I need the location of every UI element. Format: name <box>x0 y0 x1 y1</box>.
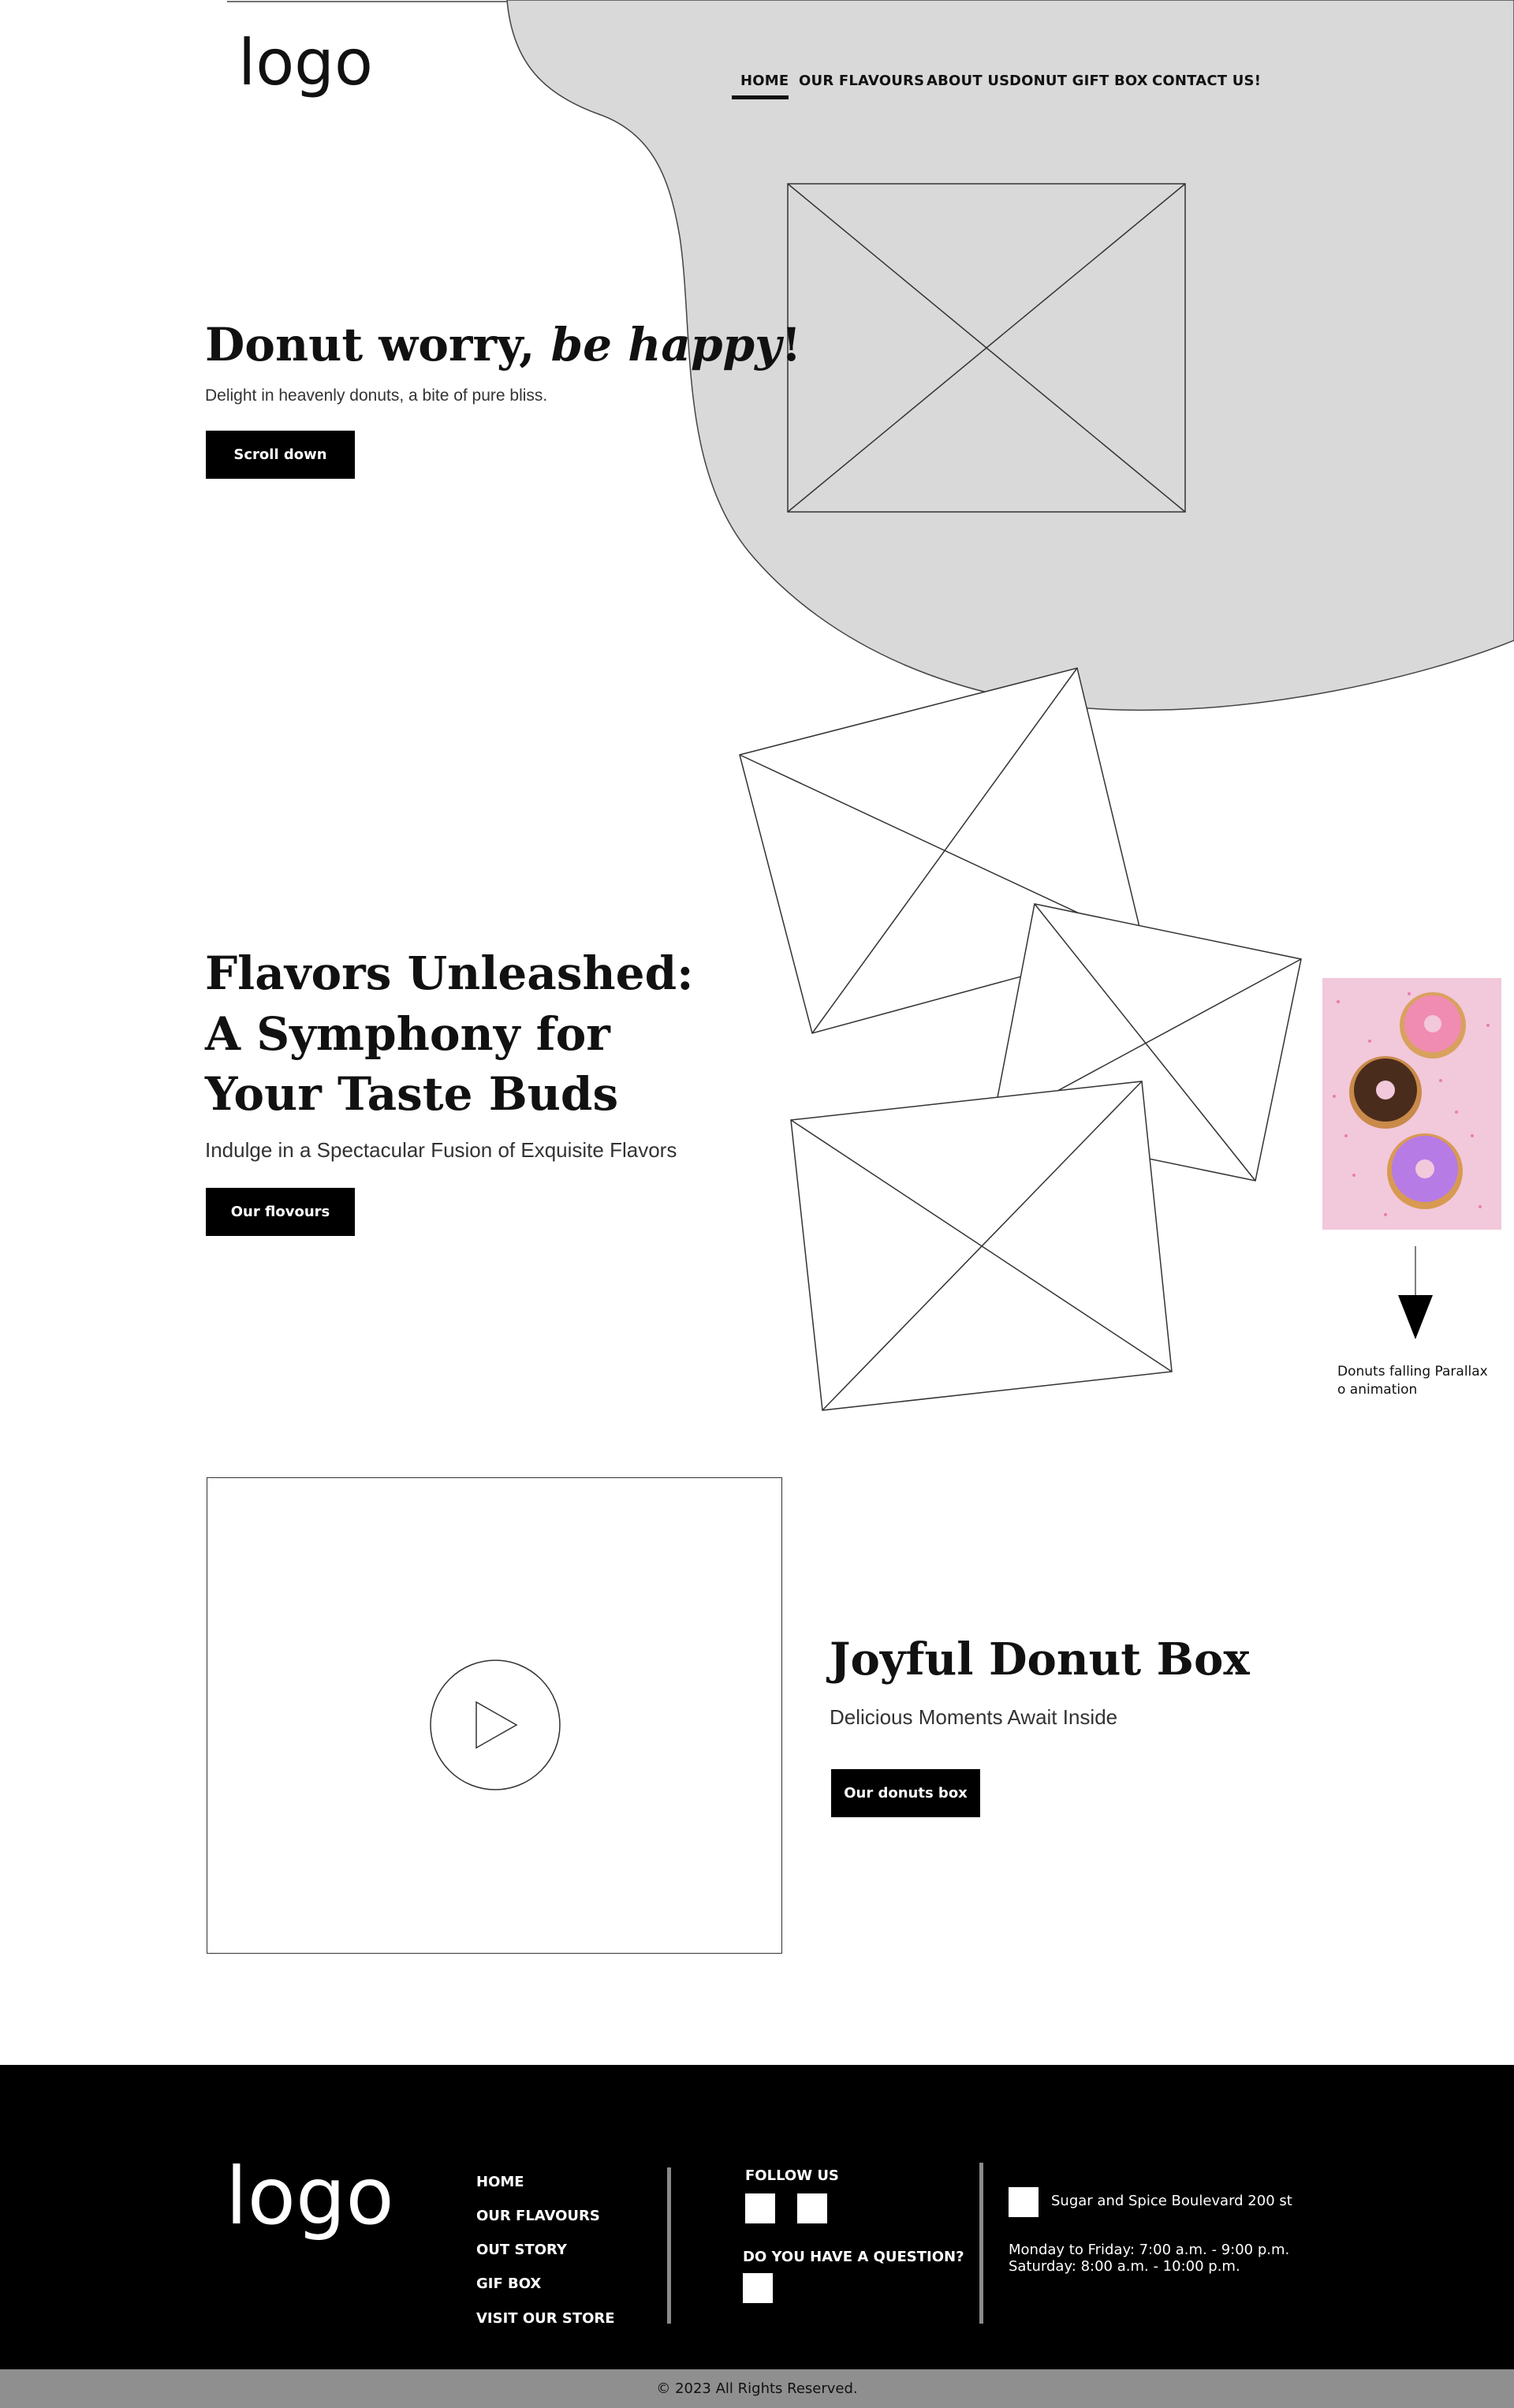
our-donuts-box-button[interactable]: Our donuts box <box>831 1769 980 1817</box>
footer-link-our-story[interactable]: OUT STORY <box>476 2242 567 2258</box>
flavors-title: Flavors Unleashed: A Symphony for Your T… <box>205 946 694 1122</box>
scroll-down-button[interactable]: Scroll down <box>206 431 355 479</box>
donut-box-subtitle: Delicious Moments Await Inside <box>830 1705 1118 1729</box>
contact-icon[interactable] <box>743 2273 773 2303</box>
footer-link-our-flavours[interactable]: OUR FLAVOURS <box>476 2208 600 2224</box>
flavors-subtitle: Indulge in a Spectacular Fusion of Exqui… <box>205 1138 677 1162</box>
nav-about-us[interactable]: ABOUT US <box>927 73 1009 89</box>
footer-divider-2 <box>979 2163 983 2324</box>
follow-us-heading: FOLLOW US <box>745 2167 839 2184</box>
site-logo[interactable]: logo <box>238 32 373 95</box>
copyright-bar: © 2023 All Rights Reserved. <box>0 2369 1514 2408</box>
hero-subtitle: Delight in heavenly donuts, a bite of pu… <box>205 386 548 405</box>
hours-weekday: Monday to Friday: 7:00 a.m. - 9:00 p.m. <box>1009 2242 1290 2258</box>
annotation-line-1: Donuts falling Parallax <box>1337 1364 1488 1379</box>
nav-home[interactable]: HOME <box>740 73 789 89</box>
animation-annotation: Donuts falling Parallax o animation <box>1337 1363 1488 1399</box>
social-icon-1[interactable] <box>745 2193 775 2223</box>
nav-donut-gift-box[interactable]: DONUT GIFT BOX <box>1009 73 1148 89</box>
footer-divider <box>667 2167 671 2324</box>
social-icon-2[interactable] <box>797 2193 827 2223</box>
store-address: Sugar and Spice Boulevard 200 st <box>1051 2193 1292 2209</box>
hero-title: Donut worry, be happy! <box>205 318 802 371</box>
hero-image-placeholder <box>787 183 1186 513</box>
annotation-line-2: o animation <box>1337 1381 1418 1398</box>
nav-contact-us[interactable]: CONTACT US! <box>1152 73 1261 89</box>
play-icon[interactable] <box>428 1658 562 1792</box>
location-icon <box>1009 2187 1039 2217</box>
footer-logo[interactable]: logo <box>226 2157 394 2236</box>
falling-donuts-image <box>1322 978 1501 1230</box>
question-heading: DO YOU HAVE A QUESTION? <box>743 2249 964 2265</box>
donut-box-title: Joyful Donut Box <box>830 1633 1250 1686</box>
copyright-text: © 2023 All Rights Reserved. <box>656 2380 858 2397</box>
down-arrow-icon <box>1398 1246 1433 1339</box>
our-flavours-button[interactable]: Our flovours <box>206 1188 355 1236</box>
footer-link-home[interactable]: HOME <box>476 2174 524 2190</box>
hours-saturday: Saturday: 8:00 a.m. - 10:00 p.m. <box>1009 2258 1240 2275</box>
nav-active-indicator <box>732 95 789 99</box>
video-player[interactable] <box>207 1477 782 1954</box>
nav-our-flavours[interactable]: OUR FLAVOURS <box>799 73 924 89</box>
footer-link-gift-box[interactable]: GIF BOX <box>476 2275 541 2292</box>
footer-link-visit-store[interactable]: VISIT OUR STORE <box>476 2310 615 2327</box>
